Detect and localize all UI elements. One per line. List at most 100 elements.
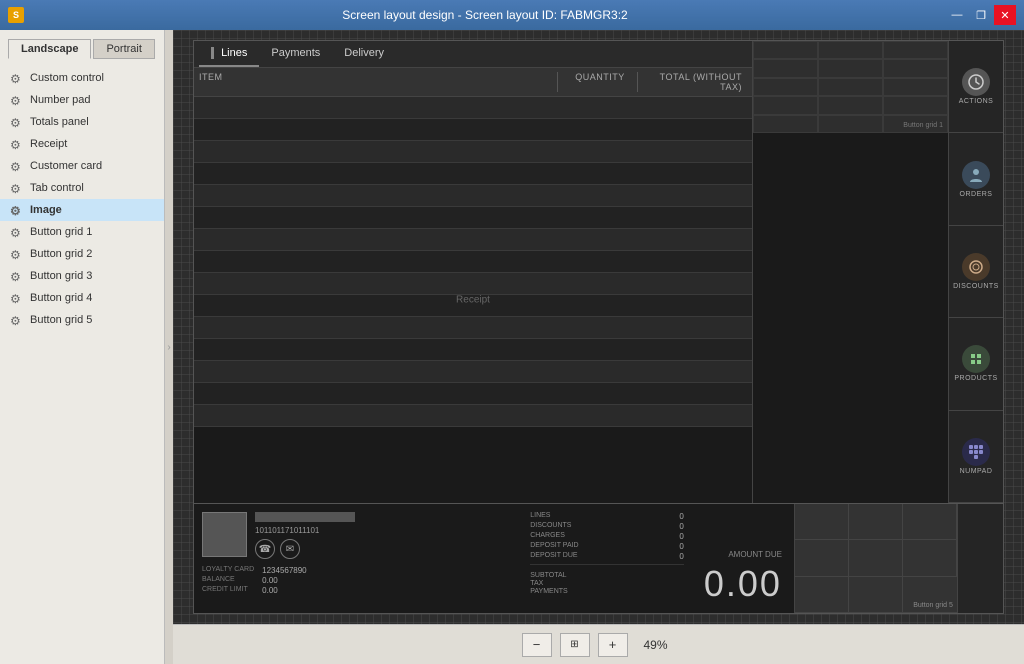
amount-due-label: AMOUNT DUE	[728, 550, 782, 559]
discounts-value: 0	[679, 522, 683, 531]
charges-value: 0	[679, 532, 683, 541]
gear-icon: ⚙	[10, 314, 22, 326]
tab-portrait[interactable]: Portrait	[93, 39, 154, 59]
gear-icon: ⚙	[10, 116, 22, 128]
phone-button[interactable]: ☎	[255, 539, 275, 559]
sidebar-item-tab-control[interactable]: ⚙ Tab control	[0, 177, 164, 199]
grid-cell[interactable]	[883, 59, 948, 77]
sidebar-item-btn-grid-3[interactable]: ⚙ Button grid 3	[0, 265, 164, 287]
bottom-grid-cell[interactable]	[849, 540, 903, 576]
bottom-grid-cell[interactable]	[849, 504, 903, 540]
zoom-plus-button[interactable]: +	[598, 633, 628, 657]
table-header: ITEM QUANTITY TOTAL (WITHOUT TAX)	[194, 68, 752, 97]
minimize-button[interactable]: —	[946, 5, 968, 25]
design-area: Lines Payments Delivery ITEM QUANTITY TO…	[173, 30, 1024, 664]
orders-label: ORDERS	[960, 191, 993, 198]
tab-lines[interactable]: Lines	[199, 41, 259, 67]
receipt-area: Lines Payments Delivery ITEM QUANTITY TO…	[194, 41, 753, 503]
col-total: TOTAL (WITHOUT TAX)	[637, 72, 747, 92]
totals-discounts-row: DISCOUNTS 0	[530, 522, 684, 531]
amount-due-value: 0.00	[704, 563, 782, 605]
app-icon: S	[8, 7, 24, 23]
actions-icon	[962, 68, 990, 96]
products-button[interactable]: PRODUCTS	[949, 318, 1003, 410]
grid-cell[interactable]	[883, 78, 948, 96]
grid-cell[interactable]	[883, 96, 948, 114]
table-row	[194, 185, 752, 207]
gear-icon: ⚙	[10, 292, 22, 304]
grid-cell[interactable]	[753, 59, 818, 77]
sidebar-item-btn-grid-2[interactable]: ⚙ Button grid 2	[0, 243, 164, 265]
sidebar-item-btn-grid-5[interactable]: ⚙ Button grid 5	[0, 309, 164, 331]
grid-cell[interactable]	[818, 41, 883, 59]
grid-cell[interactable]: Button grid 1	[883, 115, 948, 133]
sidebar-item-number-pad[interactable]: ⚙ Number pad	[0, 89, 164, 111]
restore-button[interactable]: ❐	[970, 5, 992, 25]
bottom-grid-cell[interactable]	[903, 504, 957, 540]
totals-charges-row: CHARGES 0	[530, 532, 684, 541]
zoom-minus-button[interactable]: −	[522, 633, 552, 657]
sidebar-item-btn-grid-1[interactable]: ⚙ Button grid 1	[0, 221, 164, 243]
zoom-grid-button[interactable]: ⊞	[560, 633, 590, 657]
window-controls: — ❐ ✕	[946, 5, 1016, 25]
bottom-grid-cell[interactable]	[795, 577, 849, 613]
grid-cell[interactable]	[753, 115, 818, 133]
action-buttons: ACTIONS ORDERS DISCOUNTS	[948, 41, 1003, 503]
bottom-grid-cell[interactable]	[903, 540, 957, 576]
payments-label: PAYMENTS	[530, 588, 567, 595]
grid-cell[interactable]	[818, 59, 883, 77]
orders-button[interactable]: ORDERS	[949, 133, 1003, 225]
gear-icon: ⚙	[10, 94, 22, 106]
lines-label: LINES	[530, 512, 550, 521]
bottom-grid-cell[interactable]	[795, 540, 849, 576]
balance-value: 0.00	[262, 576, 514, 585]
tab-landscape[interactable]: Landscape	[8, 39, 91, 59]
customer-id: 101101171011101	[255, 526, 514, 535]
table-row	[194, 163, 752, 185]
sidebar-item-btn-grid-4[interactable]: ⚙ Button grid 4	[0, 287, 164, 309]
button-grid-area: Button grid 1	[753, 41, 948, 503]
numpad-label: NUMPAD	[960, 468, 993, 475]
table-row	[194, 273, 752, 295]
discounts-button[interactable]: DISCOUNTS	[949, 226, 1003, 318]
balance-label: BALANCE	[202, 576, 254, 585]
tab-delivery[interactable]: Delivery	[332, 41, 396, 67]
main-button-grid: Button grid 1	[753, 41, 948, 133]
grid-cell[interactable]	[818, 115, 883, 133]
actions-button[interactable]: ACTIONS	[949, 41, 1003, 133]
deposit-paid-value: 0	[679, 542, 683, 551]
grid-cell[interactable]	[753, 41, 818, 59]
grid-cell[interactable]	[753, 96, 818, 114]
sidebar-item-receipt[interactable]: ⚙ Receipt	[0, 133, 164, 155]
grid-cell[interactable]	[753, 78, 818, 96]
totals-deposit-paid-row: DEPOSIT PAID 0	[530, 542, 684, 551]
close-button[interactable]: ✕	[994, 5, 1016, 25]
customer-fields: LOYALTY CARD 1234567890 BALANCE 0.00 CRE…	[202, 566, 514, 595]
grid-cell[interactable]	[883, 41, 948, 59]
screen-layout: Lines Payments Delivery ITEM QUANTITY TO…	[193, 40, 1004, 614]
customer-avatar	[202, 512, 247, 557]
gear-icon: ⚙	[10, 204, 22, 216]
grid-cell[interactable]	[818, 78, 883, 96]
grid-cell[interactable]	[818, 96, 883, 114]
bottom-action-strip	[957, 504, 1003, 613]
totals-tax-row: TAX	[530, 580, 684, 587]
gear-icon: ⚙	[10, 138, 22, 150]
email-button[interactable]: ✉	[280, 539, 300, 559]
tab-payments[interactable]: Payments	[259, 41, 332, 67]
sidebar-item-totals-panel[interactable]: ⚙ Totals panel	[0, 111, 164, 133]
numpad-button[interactable]: NUMPAD	[949, 411, 1003, 503]
sidebar-item-image[interactable]: ⚙ Image	[0, 199, 164, 221]
sidebar-item-custom-control[interactable]: ⚙ Custom control	[0, 67, 164, 89]
bottom-grid-cell[interactable]	[849, 577, 903, 613]
resize-handle[interactable]	[165, 30, 173, 664]
sidebar-item-customer-card[interactable]: ⚙ Customer card	[0, 155, 164, 177]
main-container: Landscape Portrait ⚙ Custom control ⚙ Nu…	[0, 30, 1024, 664]
bottom-grid-cell[interactable]	[795, 504, 849, 540]
gear-icon: ⚙	[10, 160, 22, 172]
loyalty-card-value: 1234567890	[262, 566, 514, 575]
tax-label: TAX	[530, 580, 543, 587]
gear-icon: ⚙	[10, 270, 22, 282]
totals-lines-row: LINES 0	[530, 512, 684, 521]
bottom-grid-cell[interactable]: Button grid 5	[903, 577, 957, 613]
